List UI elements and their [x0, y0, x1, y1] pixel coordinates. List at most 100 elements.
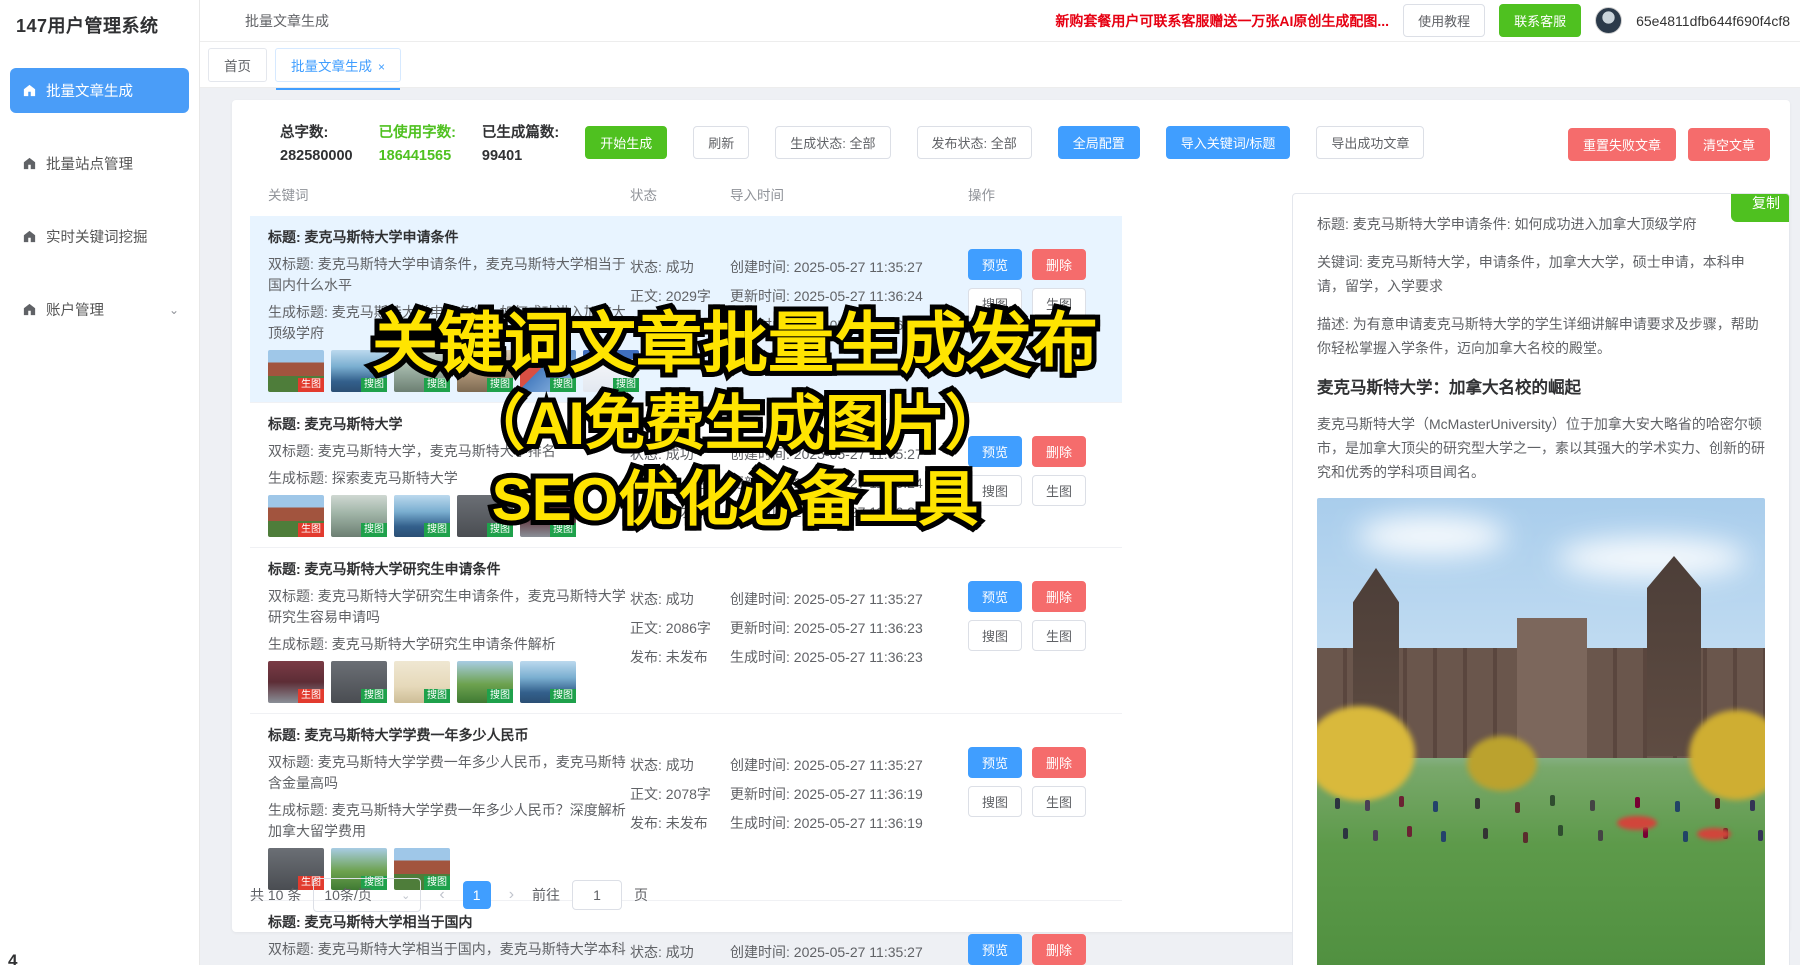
sidebar-item-label: 批量站点管理: [46, 153, 133, 174]
row-subtitle: 双标题: 麦克马斯特大学相当于国内，麦克马斯特大学本科: [268, 939, 630, 960]
table-row[interactable]: 标题: 麦克马斯特大学学费一年多少人民币 双标题: 麦克马斯特大学学费一年多少人…: [250, 714, 1122, 901]
goto-label: 前往: [532, 885, 560, 905]
prev-page-button[interactable]: ‹: [433, 886, 450, 904]
row-gen-title: 生成标题: 探索麦克马斯特大学: [268, 468, 630, 489]
stat-generated-count: 已生成篇数: 99401: [482, 122, 559, 168]
page-number[interactable]: 1: [463, 881, 491, 909]
search-image-button[interactable]: 搜图: [968, 786, 1022, 817]
start-generate-button[interactable]: 开始生成: [585, 126, 667, 159]
sidebar-item-keyword-mining[interactable]: 实时关键词挖掘: [10, 214, 189, 259]
stat-label: 总字数:: [280, 125, 328, 141]
article-thumbnail[interactable]: 搜图: [394, 495, 450, 537]
preview-button[interactable]: 预览: [968, 934, 1022, 965]
publish-status-filter[interactable]: 发布状态: 全部: [917, 126, 1032, 159]
search-image-button[interactable]: 搜图: [968, 288, 1022, 319]
table-row[interactable]: 标题: 麦克马斯特大学 双标题: 麦克马斯特大学，麦克马斯特大学排名 生成标题:…: [250, 403, 1122, 548]
article-thumbnail[interactable]: 搜图: [520, 661, 576, 703]
preview-button[interactable]: 预览: [968, 436, 1022, 467]
generate-image-button[interactable]: 生图: [1032, 620, 1086, 651]
thumb-badge: 搜图: [424, 523, 450, 537]
promo-notice[interactable]: 新购套餐用户可联系客服赠送一万张AI原创生成配图...: [1055, 11, 1389, 31]
sidebar-item-account-management[interactable]: 账户管理 ⌄: [10, 287, 189, 332]
generate-image-button[interactable]: 生图: [1032, 288, 1086, 319]
thumb-badge: 搜图: [424, 378, 450, 392]
generate-image-button[interactable]: 生图: [1032, 475, 1086, 506]
delete-button[interactable]: 删除: [1032, 249, 1086, 280]
import-keywords-button[interactable]: 导入关键词/标题: [1166, 126, 1291, 159]
thumb-badge: 搜图: [487, 689, 513, 703]
row-created-time: 创建时间: 2025-05-27 11:35:27: [730, 938, 968, 965]
clear-articles-button[interactable]: 清空文章: [1688, 128, 1770, 161]
search-image-button[interactable]: 搜图: [968, 620, 1022, 651]
generate-status-filter[interactable]: 生成状态: 全部: [775, 126, 890, 159]
article-thumbnail[interactable]: 搜图: [394, 661, 450, 703]
delete-button[interactable]: 删除: [1032, 436, 1086, 467]
house-icon: [22, 302, 37, 317]
row-wordcount: 正文: 2045字: [630, 469, 730, 498]
row-status: 状态: 成功: [630, 751, 730, 780]
article-thumbnail[interactable]: 搜图: [331, 350, 387, 392]
preview-button[interactable]: 预览: [968, 581, 1022, 612]
article-thumbnail[interactable]: 搜图: [457, 495, 513, 537]
thumb-badge: 搜图: [361, 689, 387, 703]
row-generated-time: 生成时间: 2025-05-27 11:36:24: [730, 498, 968, 527]
refresh-button[interactable]: 刷新: [693, 126, 749, 159]
main-content: 总字数: 282580000 已使用字数: 186441565 已生成篇数: 9…: [200, 88, 1800, 965]
export-articles-button[interactable]: 导出成功文章: [1316, 126, 1424, 159]
row-subtitle: 双标题: 麦克马斯特大学申请条件，麦克马斯特大学相当于国内什么水平: [268, 254, 630, 296]
row-status: 状态: 成功: [630, 253, 730, 282]
delete-button[interactable]: 删除: [1032, 934, 1086, 965]
col-action: 操作: [968, 184, 1110, 204]
table-row[interactable]: 标题: 麦克马斯特大学研究生申请条件 双标题: 麦克马斯特大学研究生申请条件，麦…: [250, 548, 1122, 714]
article-thumbnail[interactable]: 搜图: [520, 350, 576, 392]
next-page-button[interactable]: ›: [503, 886, 520, 904]
thumb-badge: 搜图: [487, 523, 513, 537]
row-status: 状态: 成功: [630, 938, 730, 965]
tutorial-button[interactable]: 使用教程: [1403, 4, 1485, 37]
article-thumbnail[interactable]: 生图: [268, 661, 324, 703]
delete-button[interactable]: 删除: [1032, 747, 1086, 778]
generate-image-button[interactable]: 生图: [1032, 786, 1086, 817]
article-thumbnail[interactable]: 生图: [268, 350, 324, 392]
sidebar-item-label: 账户管理: [46, 299, 104, 320]
contact-support-button[interactable]: 联系客服: [1499, 4, 1581, 37]
close-icon[interactable]: ×: [378, 60, 385, 74]
reset-failed-button[interactable]: 重置失败文章: [1568, 128, 1676, 161]
sidebar-item-article-generation[interactable]: 批量文章生成: [10, 68, 189, 113]
article-thumbnail[interactable]: 搜图: [457, 350, 513, 392]
tab-label: 批量文章生成: [291, 59, 372, 74]
row-generated-time: 生成时间: 2025-05-27 11:36:19: [730, 809, 968, 838]
table-row[interactable]: 标题: 麦克马斯特大学申请条件 双标题: 麦克马斯特大学申请条件，麦克马斯特大学…: [250, 216, 1122, 403]
article-thumbnail[interactable]: 搜图: [331, 661, 387, 703]
house-icon: [22, 229, 37, 244]
goto-page-input[interactable]: [572, 880, 622, 910]
sidebar-item-site-management[interactable]: 批量站点管理: [10, 141, 189, 186]
row-title: 标题: 麦克马斯特大学学费一年多少人民币: [268, 725, 630, 746]
preview-heading: 麦克马斯特大学：加拿大名校的崛起: [1317, 374, 1765, 398]
row-updated-time: 更新时间: 2025-05-27 11:36:24: [730, 282, 968, 311]
row-created-time: 创建时间: 2025-05-27 11:35:27: [730, 751, 968, 780]
preview-description: 描述: 为有意申请麦克马斯特大学的学生详细讲解申请要求及步骤，帮助你轻松掌握入学…: [1317, 312, 1765, 360]
article-thumbnail[interactable]: 搜图: [331, 495, 387, 537]
stat-value: 186441565: [379, 145, 456, 168]
chevron-down-icon: ⌄: [401, 889, 410, 902]
row-gen-title: 生成标题: 麦克马斯特大学研究生申请条件解析: [268, 634, 630, 655]
row-status: 状态: 成功: [630, 440, 730, 469]
preview-button[interactable]: 预览: [968, 747, 1022, 778]
search-image-button[interactable]: 搜图: [968, 475, 1022, 506]
article-thumbnail[interactable]: 搜图: [583, 350, 639, 392]
delete-button[interactable]: 删除: [1032, 581, 1086, 612]
avatar[interactable]: [1595, 7, 1622, 34]
article-thumbnail[interactable]: 搜图: [520, 495, 576, 537]
row-updated-time: 更新时间: 2025-05-27 11:36:24: [730, 469, 968, 498]
copy-button[interactable]: 复制: [1731, 193, 1790, 222]
preview-button[interactable]: 预览: [968, 249, 1022, 280]
global-config-button[interactable]: 全局配置: [1058, 126, 1140, 159]
row-subtitle: 双标题: 麦克马斯特大学学费一年多少人民币，麦克马斯特含金量高吗: [268, 752, 630, 794]
article-thumbnail[interactable]: 搜图: [457, 661, 513, 703]
page-size-select[interactable]: 10条/页 ⌄: [313, 878, 421, 912]
tab-article-generation[interactable]: 批量文章生成 ×: [275, 48, 401, 82]
article-thumbnail[interactable]: 搜图: [394, 350, 450, 392]
article-thumbnail[interactable]: 生图: [268, 495, 324, 537]
tab-home[interactable]: 首页: [208, 48, 267, 82]
